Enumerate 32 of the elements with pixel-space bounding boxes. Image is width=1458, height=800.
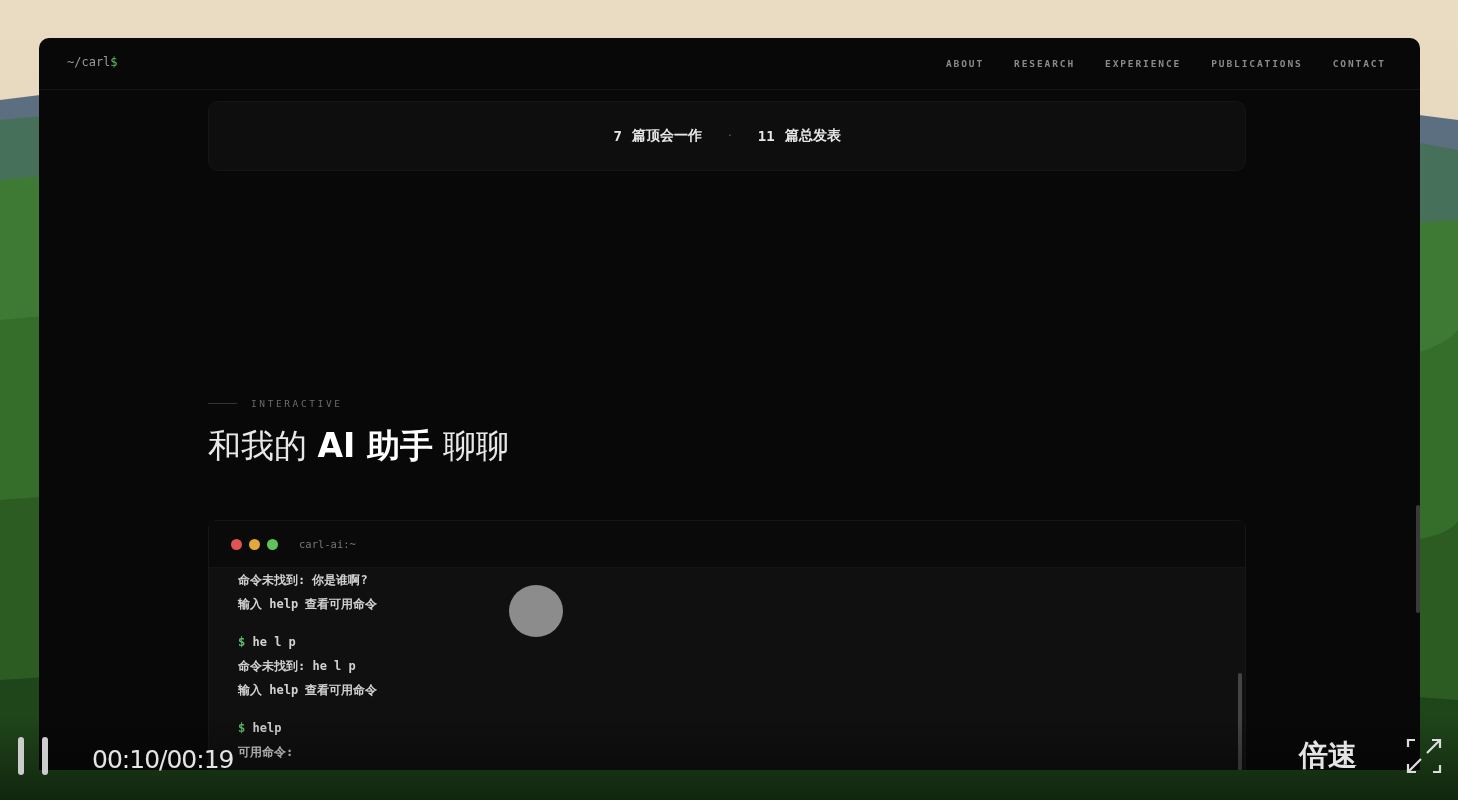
terminal-output: 命令未找到: 你是谁啊? xyxy=(238,572,369,589)
terminal-output: 可用命令: xyxy=(238,744,295,761)
terminal-output: 输入 help 查看可用命令 xyxy=(238,596,379,613)
nav-link[interactable]: CONTACT xyxy=(1332,58,1386,69)
stat-label: 篇顶会一作 xyxy=(631,127,702,145)
pause-icon xyxy=(18,736,50,776)
nav-link[interactable]: ABOUT xyxy=(945,58,985,69)
terminal-command: $ he l p xyxy=(238,634,297,651)
nav-link[interactable]: PUBLICATIONS xyxy=(1211,58,1303,69)
separator-dot: · xyxy=(727,129,732,143)
speed-button[interactable]: 倍速 xyxy=(1299,736,1357,776)
stat-label: 篇总发表 xyxy=(784,127,841,145)
terminal-title: carl-ai:~ xyxy=(299,538,356,550)
stat-number: 7 xyxy=(613,128,622,144)
nav-link[interactable]: EXPERIENCE xyxy=(1105,58,1182,69)
section-title: 和我的 AI 助手 聊聊 xyxy=(208,425,511,467)
scrollbar-thumb[interactable] xyxy=(1416,505,1420,613)
scrollbar-thumb[interactable] xyxy=(1238,673,1242,770)
terminal-output: 输入 help 查看可用命令 xyxy=(238,682,379,699)
nav-link[interactable]: RESEARCH xyxy=(1014,58,1075,69)
terminal-output: 命令未找到: he l p xyxy=(238,658,357,675)
site-logo[interactable]: ~/carl$ xyxy=(67,54,118,69)
close-dot-icon[interactable] xyxy=(231,538,242,550)
stat-number: 11 xyxy=(757,128,775,144)
minimize-dot-icon[interactable] xyxy=(249,538,260,550)
terminal-command: $ help xyxy=(238,720,283,737)
zoom-dot-icon[interactable] xyxy=(267,538,278,550)
fullscreen-button[interactable] xyxy=(1405,737,1443,775)
fullscreen-icon xyxy=(1405,737,1443,775)
section-eyebrow: INTERACTIVE xyxy=(251,397,343,409)
pause-button[interactable] xyxy=(18,736,50,776)
playback-time: 00:10/00:19 xyxy=(92,744,234,774)
